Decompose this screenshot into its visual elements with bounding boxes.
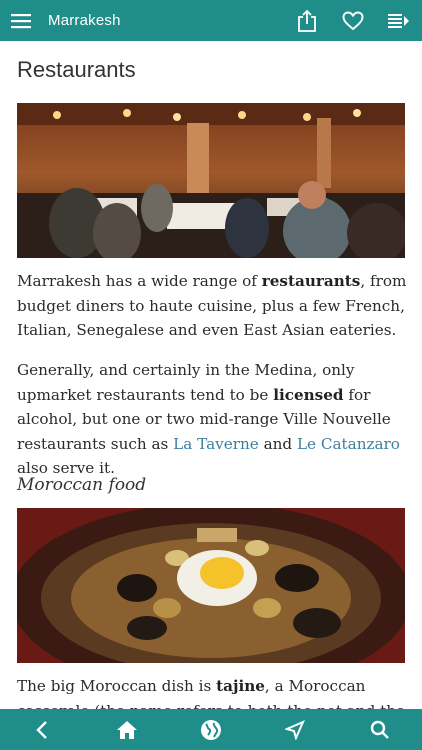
search-icon[interactable]	[350, 709, 410, 750]
app-title: Marrakesh	[48, 12, 121, 29]
tajine-dish-photo	[17, 508, 405, 663]
paragraph-tajine: The big Moroccan dish is tajine, a Moroc…	[17, 677, 405, 709]
back-chevron-icon[interactable]	[12, 709, 72, 750]
article-content: Restaurants Marrakesh has a wide range o…	[0, 41, 422, 709]
bottom-nav-bar	[0, 709, 422, 750]
hamburger-menu-icon[interactable]	[0, 0, 42, 41]
heart-icon[interactable]	[330, 0, 376, 41]
link-le-catanzaro[interactable]: Le Catanzaro	[297, 435, 400, 453]
paragraph-alcohol: Generally, and certainly in the Medina, …	[17, 361, 400, 477]
paragraph-restaurants-intro: Marrakesh has a wide range of restaurant…	[17, 272, 407, 339]
home-icon[interactable]	[97, 709, 157, 750]
restaurant-dining-hall-photo	[17, 103, 405, 258]
list-icon[interactable]	[376, 0, 422, 41]
share-icon[interactable]	[284, 0, 330, 41]
page-title: Restaurants	[17, 57, 136, 82]
globe-icon[interactable]	[181, 709, 241, 750]
section-heading: Moroccan food	[17, 475, 147, 495]
top-app-bar: Marrakesh	[0, 0, 422, 41]
link-la-taverne[interactable]: La Taverne	[173, 435, 259, 453]
location-arrow-icon[interactable]	[265, 709, 325, 750]
